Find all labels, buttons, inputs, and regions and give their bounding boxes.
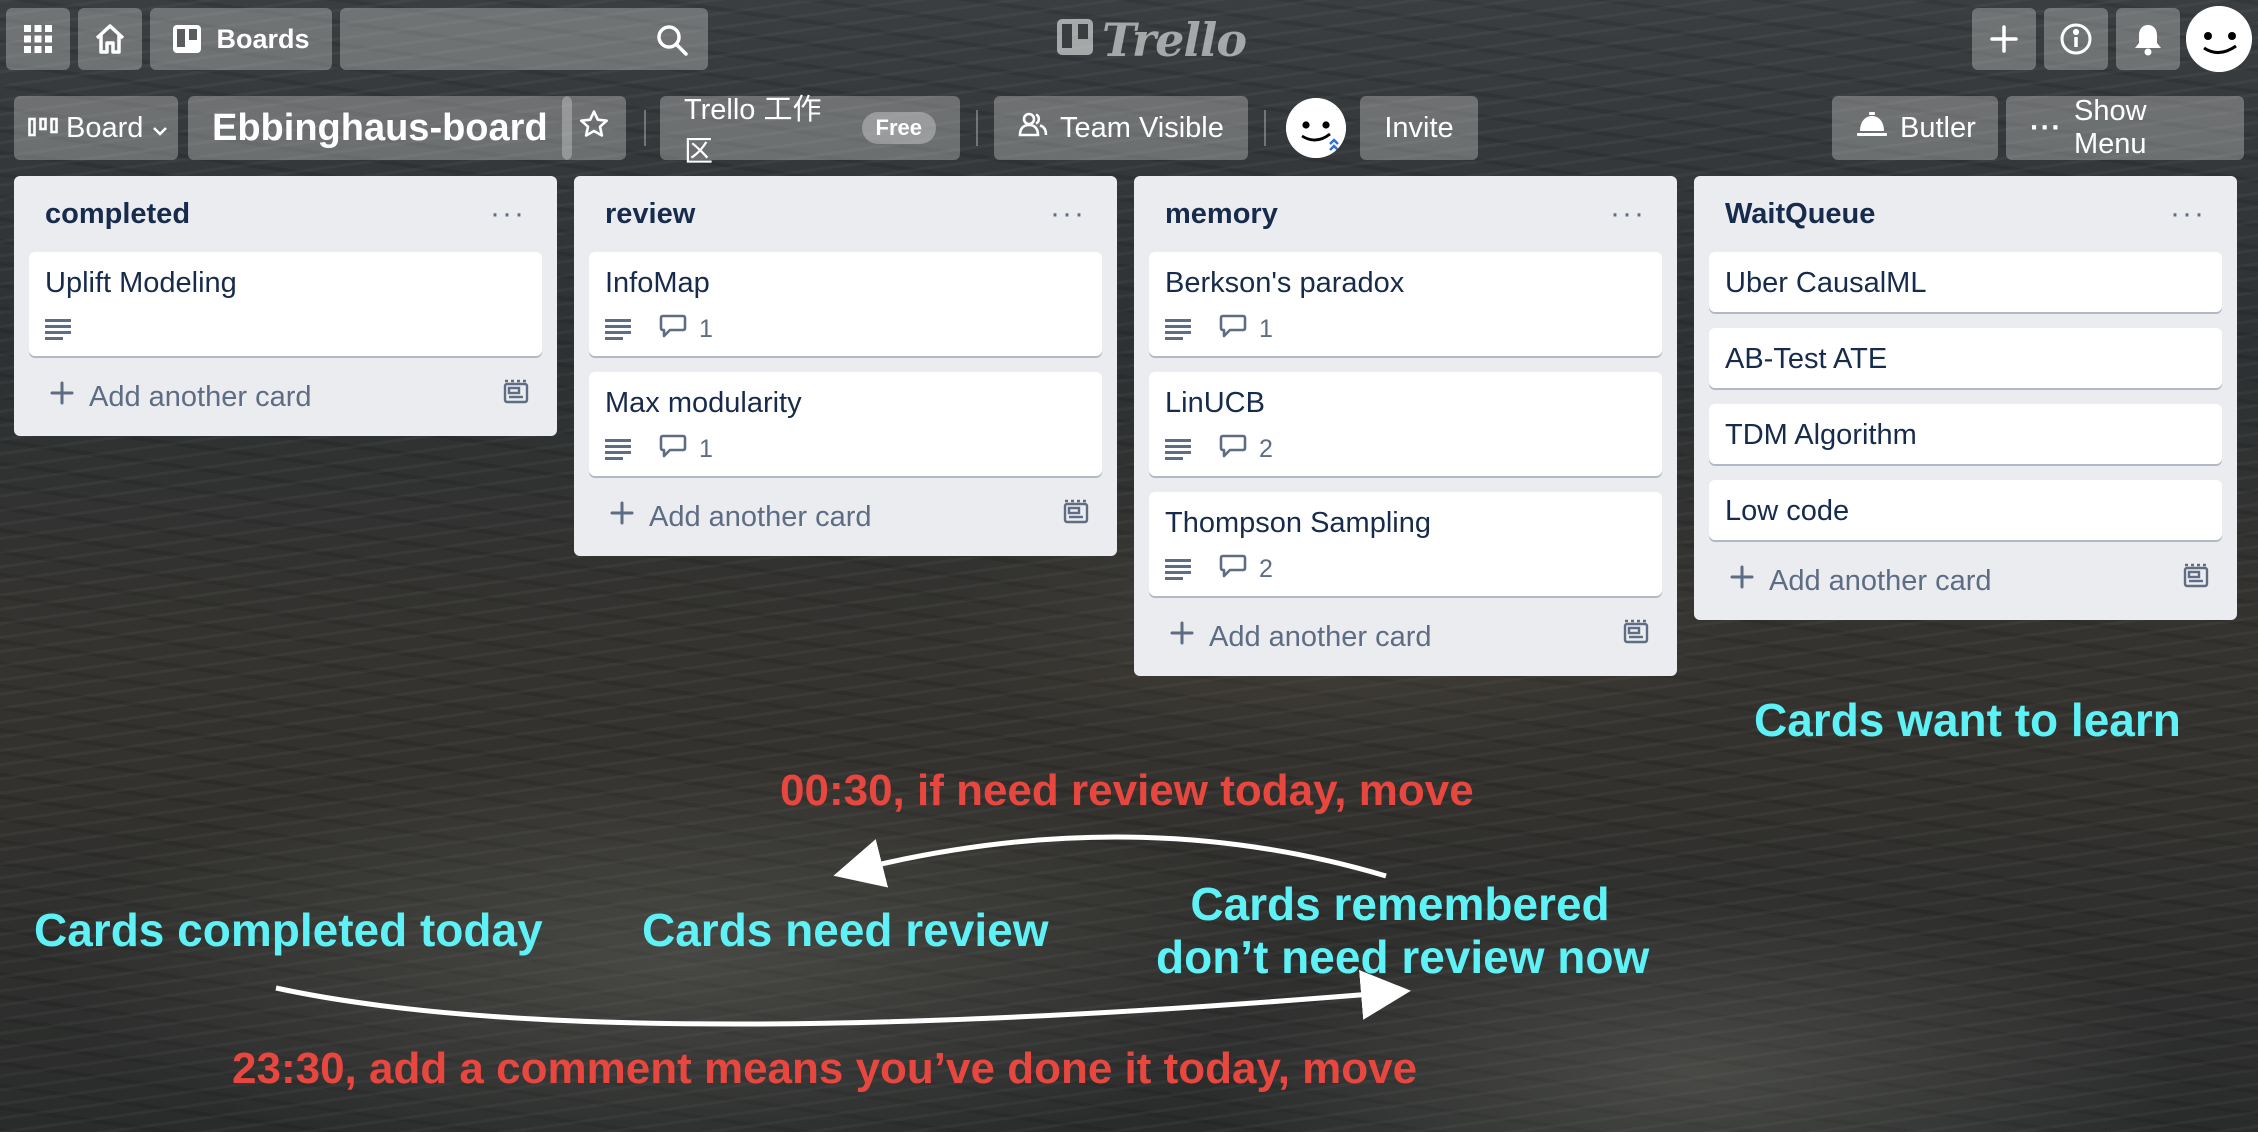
annotation-arrows xyxy=(275,834,1411,1027)
memory-arrow xyxy=(275,969,1411,1027)
review-arrow xyxy=(833,834,1387,888)
